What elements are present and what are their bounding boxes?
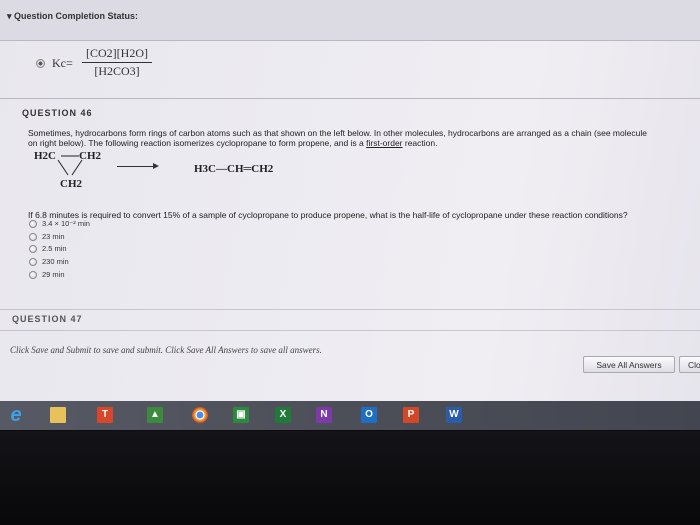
option-a[interactable]: 3.4 × 10⁻² min	[29, 219, 90, 232]
option-c[interactable]: 2.5 min	[29, 244, 90, 257]
question-46-title: QUESTION 46	[22, 108, 93, 118]
question-47-header: QUESTION 47	[0, 309, 700, 331]
submit-instructions: Click Save and Submit to save and submit…	[10, 345, 322, 355]
t-app-icon[interactable]: T	[97, 407, 113, 423]
excel-icon[interactable]: X	[275, 407, 291, 423]
line2-end: reaction.	[402, 138, 438, 148]
save-all-answers-button[interactable]: Save All Answers	[583, 356, 675, 373]
question-46-line1: Sometimes, hydrocarbons form rings of ca…	[28, 128, 647, 138]
chrome-icon[interactable]	[192, 407, 208, 423]
file-explorer-icon[interactable]	[50, 407, 66, 423]
previous-answer-option[interactable]: Kc= [CO2][H2O] [H2CO3]	[36, 46, 236, 78]
first-order-link[interactable]: first-order	[366, 138, 402, 148]
option-d-label: 230 min	[42, 257, 69, 267]
propene-structure: H3C—CH═CH2	[194, 163, 274, 175]
completion-status-toggle[interactable]: ▾ Question Completion Status:	[7, 11, 138, 22]
question-46-line2: on right below). The following reaction …	[28, 138, 678, 148]
option-a-label: 3.4 × 10⁻² min	[42, 219, 90, 228]
kc-denominator: [H2CO3]	[94, 64, 140, 78]
onenote-icon[interactable]: N	[316, 407, 332, 423]
option-c-radio[interactable]	[29, 245, 37, 254]
reaction-arrow	[117, 163, 159, 169]
powerpoint-icon[interactable]: P	[403, 407, 419, 423]
ie-icon[interactable]: e	[8, 405, 24, 425]
line2-text: on right below). The following reaction …	[28, 138, 367, 148]
option-e-radio[interactable]	[29, 270, 37, 279]
browser-content: ▾ Question Completion Status: Kc= [CO2][…	[0, 0, 700, 430]
option-e-label: 29 min	[42, 269, 65, 279]
store-icon[interactable]: ▣	[233, 407, 249, 423]
question-46-prompt: If 6.8 minutes is required to convert 15…	[28, 210, 628, 220]
completion-status-label: Question Completion Status:	[14, 11, 139, 21]
outlook-icon[interactable]: O	[361, 407, 377, 423]
option-a-radio[interactable]	[29, 220, 37, 229]
question-47-title: QUESTION 47	[12, 314, 83, 324]
option-e[interactable]: 29 min	[29, 270, 90, 283]
option-b[interactable]: 23 min	[29, 232, 90, 245]
divider	[0, 98, 700, 99]
kc-numerator: [CO2][H2O]	[82, 46, 152, 63]
option-c-label: 2.5 min	[42, 244, 67, 254]
cyclopropane-bonds	[57, 155, 83, 176]
answer-options: 3.4 × 10⁻² min 23 min 2.5 min 230 min 29…	[29, 219, 90, 282]
question-completion-status-bar[interactable]: ▾ Question Completion Status:	[0, 0, 700, 41]
option-b-label: 23 min	[42, 231, 65, 241]
selected-radio[interactable]	[36, 59, 45, 68]
google-drive-icon[interactable]: ▲	[147, 407, 163, 423]
close-button[interactable]: Clo	[679, 356, 700, 373]
option-d[interactable]: 230 min	[29, 257, 90, 270]
option-d-radio[interactable]	[29, 258, 37, 267]
option-b-radio[interactable]	[29, 232, 37, 241]
question-46-text: Sometimes, hydrocarbons form rings of ca…	[28, 128, 678, 148]
word-icon[interactable]: W	[446, 407, 462, 423]
monitor-bezel	[0, 431, 700, 525]
